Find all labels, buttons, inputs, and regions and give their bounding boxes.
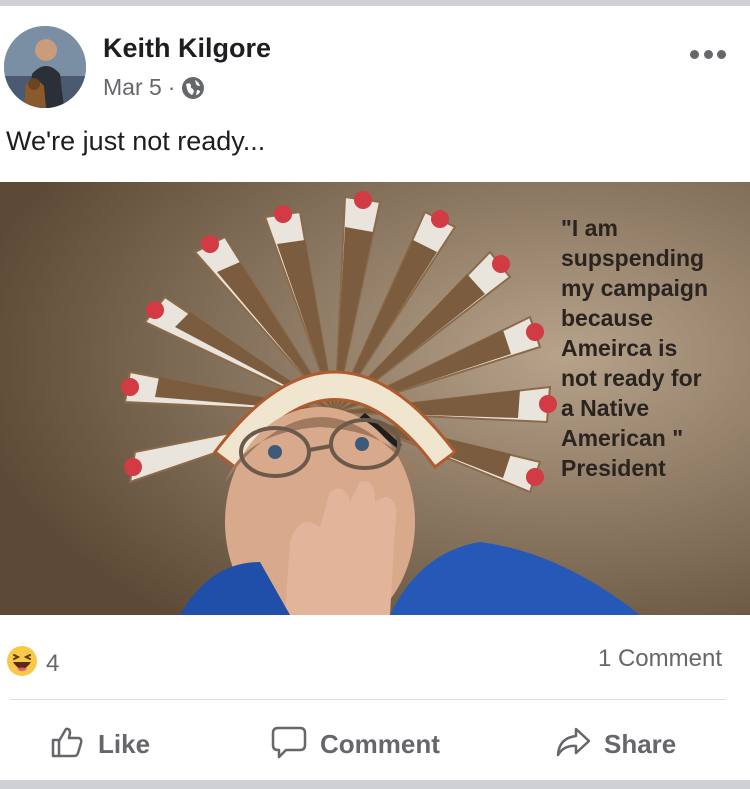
- post-meta: Mar 5 ·: [103, 74, 205, 101]
- comment-label: Comment: [320, 728, 440, 759]
- top-separator: [0, 0, 750, 6]
- reactions-summary[interactable]: 4: [6, 645, 59, 682]
- comment-count[interactable]: 1 Comment: [598, 645, 722, 673]
- meme-quote: "I am supspending my campaign because Am…: [561, 215, 708, 481]
- avatar[interactable]: [4, 26, 86, 108]
- author-name[interactable]: Keith Kilgore: [103, 33, 271, 64]
- thumbs-up-icon: [48, 723, 86, 766]
- reaction-count: 4: [46, 649, 60, 677]
- speech-bubble-icon: [270, 723, 308, 766]
- post-text: We're just not ready...: [6, 126, 266, 156]
- haha-reaction-icon: [6, 645, 38, 682]
- meta-separator: ·: [167, 74, 176, 100]
- share-label: Share: [604, 728, 677, 759]
- comment-button[interactable]: Comment: [270, 722, 440, 766]
- post-date[interactable]: Mar 5: [103, 74, 162, 101]
- post-image[interactable]: "I am supspending my campaign because Am…: [0, 182, 750, 615]
- share-arrow-icon: [554, 723, 592, 766]
- share-button[interactable]: Share: [554, 722, 676, 766]
- like-button[interactable]: Like: [48, 722, 150, 766]
- like-label: Like: [98, 728, 151, 759]
- globe-icon: [181, 76, 205, 100]
- divider: [10, 699, 726, 700]
- bottom-separator: [0, 780, 750, 789]
- more-options-icon[interactable]: [690, 48, 726, 60]
